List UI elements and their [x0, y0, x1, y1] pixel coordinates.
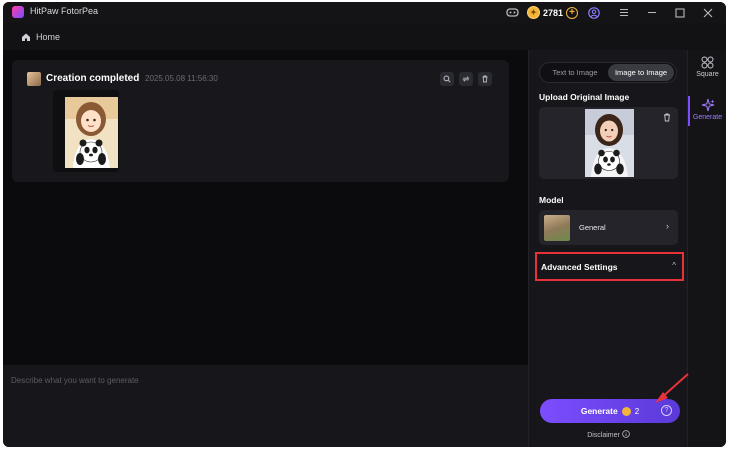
result-title: Creation completed [46, 73, 140, 84]
generate-label: Generate [580, 406, 618, 416]
coin-icon: ✦ [527, 6, 540, 19]
title-bar: HitPaw FotorPea ✦ 2781 + [3, 2, 726, 23]
model-thumbnail [544, 215, 570, 241]
app-logo [12, 6, 24, 18]
maximize-icon[interactable] [672, 5, 687, 20]
advanced-settings-label: Advanced Settings [541, 261, 618, 272]
info-icon [622, 430, 630, 438]
breadcrumb-home[interactable]: Home [36, 32, 60, 42]
zoom-icon[interactable] [440, 72, 454, 86]
right-rail: Square Generate [687, 50, 726, 447]
generate-cost: 2 [634, 406, 640, 416]
rail-item-generate[interactable]: Generate [688, 96, 726, 126]
close-icon[interactable] [700, 5, 715, 20]
coin-count: 2781 [543, 7, 564, 18]
disclaimer-link[interactable]: Disclaimer [529, 430, 688, 439]
help-icon[interactable]: ? [661, 405, 672, 416]
upload-box[interactable] [539, 107, 678, 179]
regenerate-icon[interactable] [459, 72, 473, 86]
rail-item-square[interactable]: Square [688, 56, 726, 78]
result-image-frame[interactable] [53, 90, 119, 172]
delete-icon[interactable] [478, 72, 492, 86]
generate-button[interactable]: Generate 2 ? [540, 399, 680, 423]
settings-panel: Text to Image Image to Image Upload Orig… [528, 50, 687, 447]
trash-icon[interactable] [663, 113, 671, 124]
result-area: Creation completed 2025.05.08 11:56:30 [3, 50, 528, 365]
chevron-up-icon: ^ [672, 261, 676, 270]
home-icon [22, 33, 30, 41]
upload-label: Upload Original Image [539, 92, 630, 102]
result-card: Creation completed 2025.05.08 11:56:30 [12, 60, 509, 182]
rail-label-square: Square [696, 71, 719, 78]
tab-text-to-image[interactable]: Text to Image [542, 64, 608, 81]
prompt-panel [3, 365, 528, 447]
minimize-icon[interactable] [644, 5, 659, 20]
app-window: HitPaw FotorPea ✦ 2781 + Home Creation c… [3, 2, 726, 447]
coin-balance[interactable]: ✦ 2781 + [527, 5, 579, 20]
coin-icon [621, 406, 631, 416]
chevron-right-icon: › [666, 221, 669, 231]
mode-toggle: Text to Image Image to Image [539, 62, 677, 83]
breadcrumb[interactable]: Home [21, 29, 60, 45]
sparkle-icon [701, 98, 714, 112]
result-image[interactable] [65, 97, 118, 168]
model-label: Model [539, 195, 564, 205]
prompt-input[interactable] [11, 373, 511, 387]
model-selector[interactable]: General › [539, 210, 678, 245]
result-timestamp: 2025.05.08 11:56:30 [145, 74, 218, 83]
user-icon[interactable] [586, 5, 601, 20]
advanced-settings-toggle[interactable]: Advanced Settings ^ [535, 252, 684, 281]
result-actions [440, 72, 492, 86]
result-thumbnail-small [27, 72, 41, 86]
uploaded-image [585, 109, 634, 177]
tab-image-to-image[interactable]: Image to Image [608, 64, 674, 81]
model-value: General [579, 223, 606, 232]
rail-label-generate: Generate [692, 114, 723, 121]
menu-icon[interactable] [616, 5, 631, 20]
square-icon [701, 56, 714, 69]
add-coins-icon[interactable]: + [566, 6, 579, 19]
app-title: HitPaw FotorPea [30, 6, 99, 16]
discord-icon[interactable] [505, 5, 520, 20]
